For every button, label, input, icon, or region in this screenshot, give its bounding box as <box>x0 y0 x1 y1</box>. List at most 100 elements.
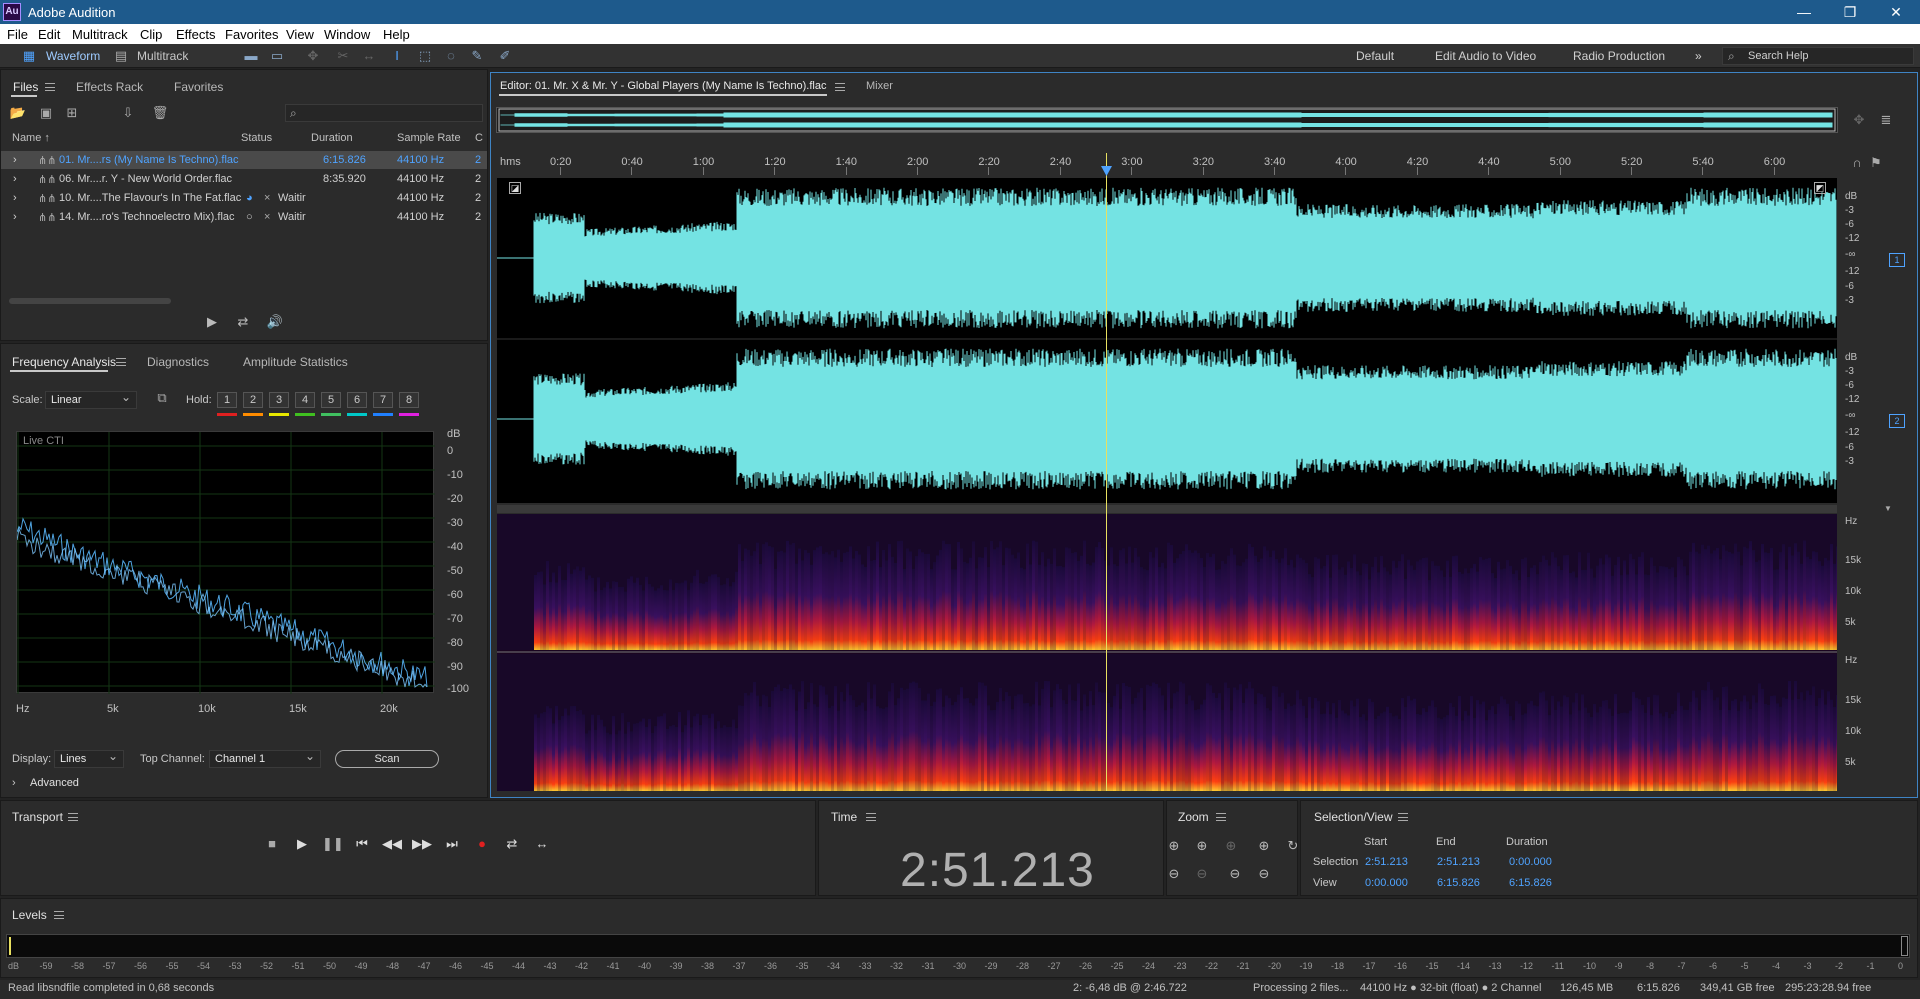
tab-favorites[interactable]: Favorites <box>174 80 223 94</box>
delete-file-icon[interactable]: 🗑 <box>151 105 169 121</box>
slip-tool-icon[interactable]: ↔ <box>360 48 378 64</box>
more-workspaces-icon[interactable]: » <box>1695 49 1702 63</box>
channel-1-badge[interactable]: 1 <box>1889 253 1905 267</box>
minimize-icon[interactable]: — <box>1782 2 1826 22</box>
frequency-menu-icon[interactable] <box>116 358 126 366</box>
fast-forward-icon[interactable]: ▶▶ <box>412 836 432 854</box>
lasso-tool-icon[interactable]: ◌ <box>442 48 460 64</box>
menu-edit[interactable]: Edit <box>38 27 60 42</box>
rewind-icon[interactable]: ◀◀ <box>382 836 402 854</box>
column-channels[interactable]: C <box>475 132 483 144</box>
pitch-display-icon[interactable]: ▭ <box>268 48 286 64</box>
tab-files[interactable]: Files <box>13 80 38 94</box>
view-duration[interactable]: 6:15.826 <box>1509 877 1552 889</box>
marquee-tool-icon[interactable]: ⬚ <box>416 48 434 64</box>
hold-button-6[interactable]: 6 <box>347 392 367 408</box>
selection-start[interactable]: 2:51.213 <box>1365 856 1408 868</box>
time-ruler[interactable]: 0:20 0:40 1:00 1:20 1:40 2:00 2:20 2:40 3:00 3:20… <box>497 153 1837 175</box>
display-dropdown[interactable]: Lines <box>54 748 124 768</box>
workspace-default[interactable]: Default <box>1356 49 1394 63</box>
close-icon[interactable]: ✕ <box>1874 2 1918 22</box>
playhead-line[interactable] <box>1106 153 1107 791</box>
pause-icon[interactable]: ❚❚ <box>322 836 344 854</box>
selection-end[interactable]: 2:51.213 <box>1437 856 1480 868</box>
channel-icon[interactable]: ◪ <box>509 182 521 194</box>
advanced-chevron-icon[interactable]: › <box>12 777 16 789</box>
snap-icon[interactable]: ∩ <box>1848 155 1866 171</box>
menu-file[interactable]: File <box>7 27 28 42</box>
skip-selection-icon[interactable]: ↔ <box>532 836 552 854</box>
loop-icon[interactable]: ⇄ <box>502 836 522 854</box>
horizontal-scrollbar[interactable] <box>9 298 171 304</box>
loop-preview-icon[interactable]: ⇄ <box>234 314 252 330</box>
spot-healing-tool-icon[interactable]: ✐ <box>496 48 514 64</box>
column-sample-rate[interactable]: Sample Rate <box>397 132 461 144</box>
open-file-icon[interactable]: 📂 <box>9 105 27 121</box>
zoom-in-selection-icon[interactable]: ⊕ <box>1193 838 1211 854</box>
razor-tool-icon[interactable]: ✂ <box>334 48 352 64</box>
zoom-reset-amplitude-icon[interactable]: ⊖ <box>1193 866 1211 882</box>
scan-button[interactable]: Scan <box>335 750 439 768</box>
menu-help[interactable]: Help <box>383 27 410 42</box>
advanced-section[interactable]: Advanced <box>30 777 79 789</box>
collapse-icon[interactable]: ▼ <box>1884 504 1892 513</box>
menu-view[interactable]: View <box>286 27 314 42</box>
cancel-icon[interactable]: × <box>264 211 270 223</box>
move-tool-icon[interactable]: ✥ <box>304 48 322 64</box>
marker-icon[interactable]: ⚑ <box>1867 155 1885 171</box>
expand-chevron-icon[interactable]: › <box>13 192 17 204</box>
column-status[interactable]: Status <box>241 132 272 144</box>
selection-menu-icon[interactable] <box>1398 813 1408 821</box>
hold-button-4[interactable]: 4 <box>295 392 315 408</box>
hold-button-5[interactable]: 5 <box>321 392 341 408</box>
files-menu-icon[interactable] <box>45 83 55 91</box>
splitter-bar[interactable] <box>497 505 1837 513</box>
expand-chevron-icon[interactable]: › <box>13 154 17 166</box>
hold-button-1[interactable]: 1 <box>217 392 237 408</box>
column-duration[interactable]: Duration <box>311 132 353 144</box>
waveform-button[interactable]: Waveform <box>46 47 100 65</box>
time-display[interactable]: 2:51.213 <box>900 843 1095 898</box>
play-icon[interactable]: ▶ <box>292 836 312 854</box>
view-end[interactable]: 6:15.826 <box>1437 877 1480 889</box>
hold-button-2[interactable]: 2 <box>243 392 263 408</box>
play-preview-icon[interactable]: ▶ <box>203 314 221 330</box>
tab-effects-rack[interactable]: Effects Rack <box>76 80 143 94</box>
new-file-icon[interactable]: ⊞ <box>63 105 81 121</box>
scale-dropdown[interactable]: Linear <box>45 389 137 409</box>
file-row[interactable]: › ⋔⋔ 06. Mr....r. Y - New World Order.fl… <box>1 170 487 188</box>
cancel-icon[interactable]: × <box>264 192 270 204</box>
time-selection-tool-icon[interactable]: I <box>388 48 406 64</box>
autoplay-icon[interactable]: 🔊 <box>266 314 284 330</box>
record-icon[interactable]: ● <box>472 836 492 854</box>
previous-icon[interactable]: ⏮ <box>352 836 372 854</box>
search-help-input[interactable]: ⌕ Search Help <box>1722 47 1914 65</box>
hold-button-3[interactable]: 3 <box>269 392 289 408</box>
brush-tool-icon[interactable]: ✎ <box>468 48 486 64</box>
hold-button-8[interactable]: 8 <box>399 392 419 408</box>
levels-menu-icon[interactable] <box>54 911 64 919</box>
import-file-icon[interactable]: ▣ <box>37 105 55 121</box>
tab-editor[interactable]: Editor: 01. Mr. X & Mr. Y - Global Playe… <box>500 80 826 92</box>
column-name[interactable]: Name ↑ <box>12 132 50 144</box>
clip-indicator[interactable] <box>1901 936 1908 956</box>
workspace-radio-production[interactable]: Radio Production <box>1573 49 1665 63</box>
selection-duration[interactable]: 0:00.000 <box>1509 856 1552 868</box>
zoom-out-time-icon[interactable]: ⊖ <box>1226 866 1244 882</box>
top-channel-dropdown[interactable]: Channel 1 <box>209 748 321 768</box>
hold-button-7[interactable]: 7 <box>373 392 393 408</box>
copy-icon[interactable]: ⧉ <box>153 390 171 406</box>
file-row[interactable]: › ⋔⋔ 10. Mr....The Flavour's In The Fat.… <box>1 189 487 207</box>
zoom-in-time-icon[interactable]: ⊕ <box>1255 838 1273 854</box>
time-menu-icon[interactable] <box>866 813 876 821</box>
expand-chevron-icon[interactable]: › <box>13 173 17 185</box>
file-row[interactable]: › ⋔⋔ 01. Mr....rs (My Name Is Techno).fl… <box>1 151 487 169</box>
zoom-in-amplitude-icon[interactable]: ⊕ <box>1165 838 1183 854</box>
insert-into-multitrack-icon[interactable]: ⇩ <box>119 105 137 121</box>
zoom-reset-icon[interactable]: ✥ <box>1850 112 1868 128</box>
channel-icon[interactable]: ◩ <box>1814 182 1826 194</box>
overview-bar[interactable] <box>496 107 1838 133</box>
zoom-out-amplitude-icon[interactable]: ⊖ <box>1165 866 1183 882</box>
menu-window[interactable]: Window <box>324 27 370 42</box>
spectral-area[interactable] <box>497 514 1837 791</box>
